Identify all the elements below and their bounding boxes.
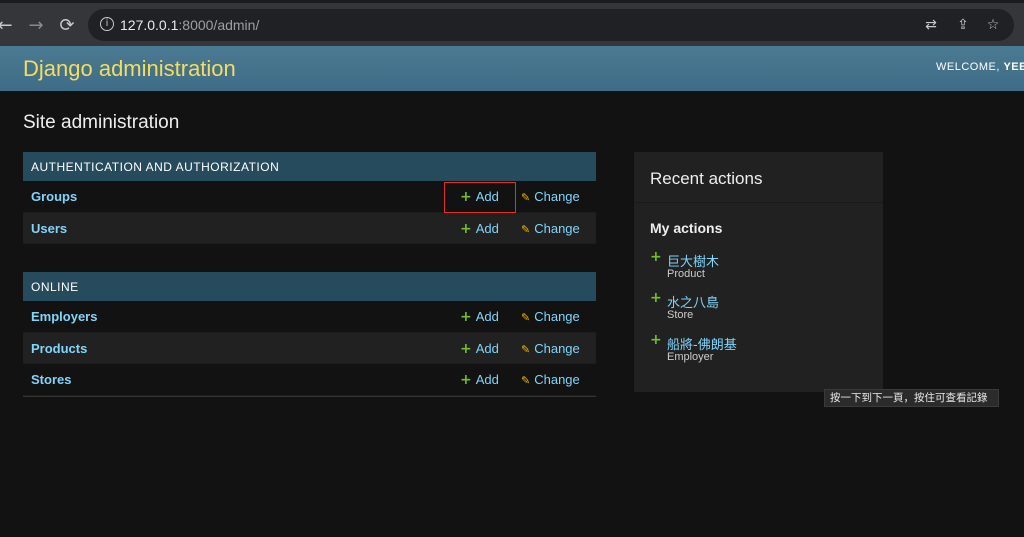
divider	[634, 202, 883, 203]
add-link-stores[interactable]: + Add	[460, 372, 499, 388]
translate-icon[interactable]: ⇄	[922, 16, 940, 34]
change-label: Change	[534, 372, 580, 387]
plus-icon: +	[460, 220, 472, 237]
site-brand[interactable]: Django administration	[23, 56, 236, 82]
add-link-employers[interactable]: + Add	[460, 309, 499, 325]
plus-icon: +	[460, 372, 472, 388]
model-row-groups: Groups + Add ✎ Change	[23, 181, 596, 213]
forward-icon[interactable]: →	[25, 15, 47, 37]
my-actions-heading: My actions	[650, 220, 723, 236]
recent-action-type: Product	[667, 268, 705, 280]
model-row-users: Users + Add ✎ Change	[23, 212, 596, 244]
url-host: 127.0.0.1	[120, 17, 179, 33]
change-label: Change	[534, 309, 580, 324]
module-caption[interactable]: AUTHENTICATION AND AUTHORIZATION	[23, 152, 596, 181]
change-link-stores[interactable]: ✎ Change	[521, 372, 580, 387]
model-row-stores: Stores + Add ✎ Change	[23, 364, 596, 396]
add-label: Add	[475, 309, 499, 324]
module-caption[interactable]: ONLINE	[23, 272, 596, 301]
browser-toolbar: ← → ⟳ i 127.0.0.1:8000/admin/ ⇄ ⇪ ☆	[0, 0, 1024, 46]
change-link-employers[interactable]: ✎ Change	[521, 309, 580, 324]
pencil-icon: ✎	[521, 311, 531, 324]
recent-actions-title: Recent actions	[650, 169, 763, 188]
model-link-users[interactable]: Users	[31, 221, 67, 236]
pencil-icon: ✎	[521, 374, 531, 387]
back-icon[interactable]: ←	[0, 15, 16, 37]
plus-icon: +	[460, 189, 472, 205]
browser-tooltip: 按一下到下一頁，按住可查看記錄	[824, 389, 999, 407]
recent-action-type: Employer	[667, 351, 714, 363]
plus-icon: +	[460, 309, 472, 325]
reload-icon[interactable]: ⟳	[56, 15, 78, 37]
pencil-icon: ✎	[521, 191, 531, 204]
recent-actions-panel: Recent actions My actions + 巨大樹木 Product…	[634, 152, 883, 392]
address-bar[interactable]: i 127.0.0.1:8000/admin/ ⇄ ⇪ ☆	[88, 9, 1014, 41]
url-path: :8000/admin/	[178, 17, 260, 33]
welcome-label: WELCOME,	[936, 61, 1000, 73]
change-link-products[interactable]: ✎ Change	[521, 341, 580, 356]
plus-icon: +	[650, 290, 662, 306]
model-link-employers[interactable]: Employers	[31, 309, 97, 324]
url-text[interactable]: 127.0.0.1:8000/admin/	[120, 17, 259, 33]
username: YEE	[1003, 61, 1024, 73]
change-label: Change	[534, 189, 580, 204]
model-row-employers: Employers + Add ✎ Change	[23, 301, 596, 333]
module-divider	[23, 395, 596, 397]
change-link-users[interactable]: ✎ Change	[521, 221, 580, 236]
site-info-icon[interactable]: i	[100, 17, 114, 31]
add-label: Add	[475, 189, 499, 204]
model-row-products: Products + Add ✎ Change	[23, 332, 596, 364]
bookmark-star-icon[interactable]: ☆	[984, 16, 1002, 34]
model-link-products[interactable]: Products	[31, 341, 87, 356]
page-title: Site administration	[23, 112, 180, 133]
add-link-users[interactable]: + Add	[460, 221, 499, 237]
plus-icon: +	[650, 249, 662, 265]
plus-icon: +	[460, 340, 472, 357]
change-label: Change	[534, 340, 580, 356]
user-tools: WELCOME, YEE	[936, 61, 1024, 73]
add-label: Add	[475, 372, 499, 387]
add-link-products[interactable]: + Add	[460, 341, 499, 357]
module-online: ONLINE Employers + Add ✎ Change Products +…	[23, 272, 596, 397]
share-icon[interactable]: ⇪	[954, 16, 972, 34]
model-link-stores[interactable]: Stores	[31, 372, 71, 387]
recent-action-type: Store	[667, 309, 694, 321]
add-label: Add	[475, 220, 499, 236]
admin-header: Django administration WELCOME, YEE	[0, 46, 1024, 91]
pencil-icon: ✎	[521, 222, 531, 236]
change-label: Change	[534, 220, 580, 236]
model-link-groups[interactable]: Groups	[31, 189, 77, 204]
pencil-icon: ✎	[521, 342, 531, 356]
plus-icon: +	[650, 332, 662, 348]
module-auth: AUTHENTICATION AND AUTHORIZATION Groups …	[23, 152, 596, 244]
add-label: Add	[475, 340, 499, 356]
add-link-groups[interactable]: + Add	[460, 189, 499, 205]
change-link-groups[interactable]: ✎ Change	[521, 189, 580, 204]
